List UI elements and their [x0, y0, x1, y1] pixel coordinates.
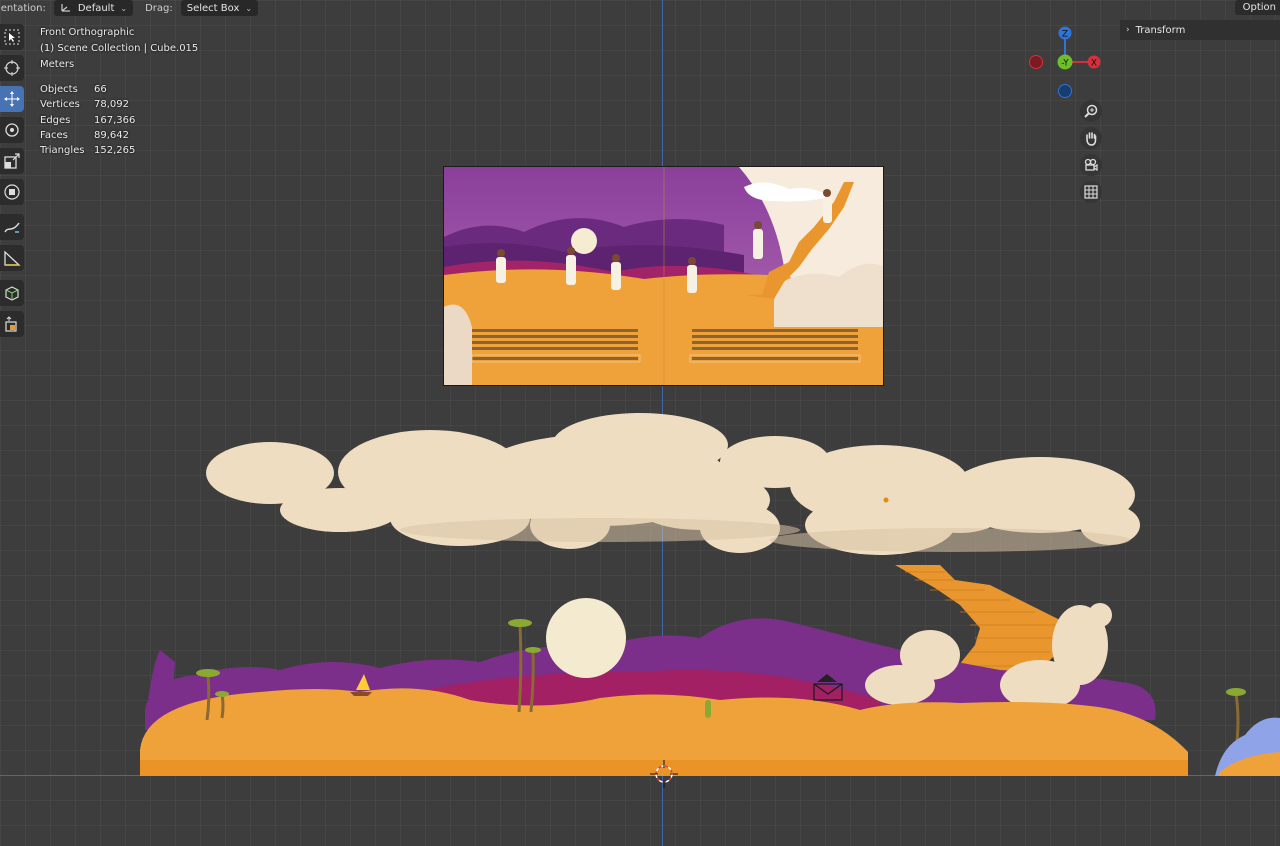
- zoom-button[interactable]: [1080, 100, 1102, 122]
- tool-shelf: [0, 24, 24, 342]
- camera-view-button[interactable]: [1080, 154, 1102, 176]
- stat-value: 78,092: [94, 99, 129, 111]
- transform-panel-header[interactable]: › Transform: [1120, 20, 1280, 40]
- measure-tool[interactable]: [0, 245, 24, 271]
- rotate-icon: [5, 123, 19, 137]
- chevron-right-icon: ›: [1126, 25, 1130, 35]
- transform-label: Transform: [1135, 24, 1186, 36]
- extrude-icon: [5, 316, 17, 332]
- scene-statistics: Objects 66 Vertices 78,092 Edges 167,366 Fa…: [40, 82, 198, 158]
- view-name: Front Orthographic: [40, 27, 135, 38]
- viewport-header: ientation: Default ⌄ Drag: Select Box ⌄ …: [0, 0, 1280, 16]
- scale-tool[interactable]: [0, 148, 24, 174]
- unit-system: Meters: [40, 59, 75, 70]
- gizmo-z-label: Z: [1062, 30, 1068, 40]
- stat-row: Triangles 152,265: [40, 143, 198, 158]
- book-illustration: [444, 167, 883, 385]
- drag-value: Select Box: [186, 2, 240, 14]
- stat-row: Objects 66: [40, 82, 198, 97]
- stat-row: Vertices 78,092: [40, 97, 198, 112]
- extrude-tool[interactable]: [0, 311, 24, 337]
- perspective-toggle-button[interactable]: [1080, 181, 1102, 203]
- options-button[interactable]: Option: [1234, 0, 1280, 15]
- navigation-gizmo[interactable]: Z X -Y: [1025, 24, 1107, 100]
- stat-row: Edges 167,366: [40, 113, 198, 128]
- gizmo-neg-z-axis[interactable]: [1058, 84, 1072, 98]
- stat-label: Faces: [40, 129, 68, 141]
- scale-icon: [4, 153, 20, 169]
- select-box-icon: [4, 29, 20, 45]
- select-box-tool[interactable]: [0, 24, 24, 50]
- stat-label: Objects: [40, 84, 78, 95]
- stat-value: 89,642: [94, 129, 129, 141]
- 3d-cursor[interactable]: [650, 760, 678, 788]
- scene-render: [140, 413, 1280, 776]
- chevron-down-icon: ⌄: [120, 3, 128, 13]
- orientation-dropdown[interactable]: Default ⌄: [53, 0, 134, 16]
- orientation-value: Default: [77, 2, 115, 14]
- cursor-tool[interactable]: [0, 55, 24, 81]
- collection-name: (1) Scene Collection | Cube.015: [40, 43, 199, 54]
- drag-dropdown[interactable]: Select Box ⌄: [180, 0, 259, 16]
- moon: [546, 598, 626, 678]
- orientation-icon: [61, 4, 70, 12]
- camera-icon: [1084, 158, 1098, 172]
- annotate-tool[interactable]: [0, 214, 24, 240]
- options-label: Option: [1242, 2, 1276, 13]
- grid-icon: [1084, 185, 1098, 199]
- transform-icon: [4, 184, 20, 200]
- transform-tool[interactable]: [0, 179, 24, 205]
- stat-row: Faces 89,642: [40, 128, 198, 143]
- zoom-icon: [1084, 104, 1098, 118]
- gizmo-x-label: X: [1091, 59, 1097, 69]
- stat-value: 66: [94, 84, 107, 95]
- pan-button[interactable]: [1080, 127, 1102, 149]
- stat-label: Edges: [40, 114, 71, 126]
- cursor-icon: [4, 60, 20, 76]
- drag-label: Drag:: [145, 2, 173, 14]
- add-cube-tool[interactable]: [0, 280, 24, 306]
- hand-icon: [1086, 132, 1097, 146]
- stat-label: Triangles: [40, 145, 85, 157]
- stat-value: 152,265: [94, 145, 136, 157]
- gizmo-neg-x-axis[interactable]: [1029, 55, 1043, 69]
- measure-icon: [4, 250, 21, 266]
- annotate-icon: [4, 222, 20, 233]
- stat-label: Vertices: [40, 99, 80, 111]
- rotate-tool[interactable]: [0, 117, 24, 143]
- viewport-info: Front Orthographic (1) Scene Collection …: [40, 25, 198, 158]
- move-tool[interactable]: [0, 86, 24, 112]
- orientation-label: ientation:: [0, 2, 46, 14]
- gizmo-y-label: -Y: [1061, 59, 1069, 69]
- stat-value: 167,366: [94, 114, 136, 126]
- reference-image-book-spread[interactable]: [443, 166, 884, 386]
- cube-icon: [5, 286, 19, 301]
- chevron-down-icon: ⌄: [245, 3, 253, 13]
- move-icon: [4, 91, 20, 107]
